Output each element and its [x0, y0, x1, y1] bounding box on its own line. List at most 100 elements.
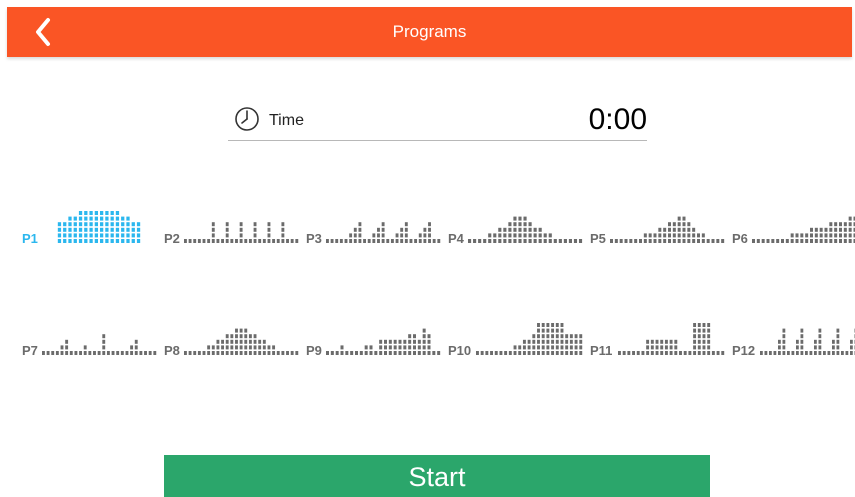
profile-segment: [522, 351, 526, 355]
profile-segment: [126, 222, 130, 227]
profile-segment: [682, 239, 686, 243]
profile-segment: [810, 239, 813, 243]
profile-segment: [353, 233, 357, 238]
profile-segment: [216, 239, 220, 243]
profile-segment: [555, 345, 559, 350]
profile-segment: [423, 227, 427, 232]
profile-segment: [555, 328, 559, 333]
program-p4[interactable]: P4: [448, 185, 588, 245]
profile-segment: [664, 351, 668, 355]
program-p5[interactable]: P5: [590, 185, 730, 245]
profile-segment: [358, 222, 362, 227]
profile-segment: [432, 351, 436, 355]
program-p10[interactable]: P10: [448, 297, 588, 357]
program-label: P3: [306, 231, 322, 245]
program-p9[interactable]: P9: [306, 297, 446, 357]
start-button[interactable]: Start: [164, 455, 710, 497]
profile-segment: [513, 233, 517, 238]
profile-segment: [286, 239, 289, 243]
profile-segment: [646, 339, 650, 344]
program-p11[interactable]: P11: [590, 297, 730, 357]
profile-segment: [672, 222, 676, 227]
profile-segment: [126, 216, 130, 221]
profile-segment: [267, 233, 271, 238]
profile-segment: [437, 351, 441, 355]
profile-segment: [225, 334, 229, 339]
profile-segment: [408, 345, 412, 350]
program-p7[interactable]: P7: [22, 297, 162, 357]
profile-segment: [244, 334, 248, 339]
profile-segment: [523, 222, 527, 227]
program-p1[interactable]: P1: [22, 185, 162, 245]
profile-segment: [493, 239, 497, 243]
profile-segment: [68, 239, 72, 243]
profile-segment: [568, 239, 572, 243]
profile-segment: [89, 227, 93, 232]
profile-segment: [221, 239, 224, 243]
profile-segment: [400, 239, 404, 243]
profile-segment: [850, 339, 853, 344]
profile-segment: [569, 345, 573, 350]
profile-segment: [829, 227, 833, 232]
profile-segment: [253, 239, 257, 243]
profile-segment: [395, 239, 399, 243]
profile-segment: [115, 227, 120, 232]
profile-segment: [121, 239, 125, 243]
profile-segment: [829, 222, 833, 227]
profile-segment: [672, 233, 676, 238]
profile-segment: [239, 227, 243, 232]
profile-segment: [818, 328, 822, 333]
profile-segment: [253, 222, 257, 227]
profile-segment: [836, 339, 840, 344]
profile-segment: [197, 351, 201, 355]
profile-segment: [480, 351, 484, 355]
profile-segment: [648, 239, 652, 243]
program-profile-chart: P7: [22, 334, 157, 357]
profile-segment: [643, 233, 647, 238]
profile-segment: [468, 239, 472, 243]
profile-segment: [403, 351, 407, 355]
profile-segment: [276, 239, 280, 243]
program-p8[interactable]: P8: [164, 297, 304, 357]
profile-segment: [110, 216, 114, 221]
profile-segment: [669, 345, 673, 350]
profile-segment: [498, 239, 502, 243]
profile-segment: [110, 233, 114, 238]
profile-segment: [824, 239, 828, 243]
profile-segment: [239, 334, 243, 339]
program-p12[interactable]: P12: [732, 297, 855, 357]
profile-segment: [377, 233, 380, 238]
profile-segment: [541, 351, 545, 355]
program-profile-chart: P3: [306, 222, 441, 245]
profile-segment: [73, 239, 77, 243]
program-profile-chart: P10: [448, 323, 583, 357]
program-p3[interactable]: P3: [306, 185, 446, 245]
program-profile-chart: P11: [590, 323, 725, 357]
profile-segment: [677, 222, 681, 227]
program-p6[interactable]: P6: [732, 185, 855, 245]
profile-segment: [83, 351, 87, 355]
profile-segment: [126, 233, 130, 238]
profile-segment: [136, 227, 141, 232]
profile-segment: [697, 334, 701, 339]
profile-segment: [295, 351, 299, 355]
profile-segment: [353, 239, 357, 243]
profile-segment: [814, 339, 817, 344]
program-p2[interactable]: P2: [164, 185, 304, 245]
profile-segment: [785, 239, 789, 243]
profile-segment: [499, 351, 503, 355]
profile-segment: [622, 351, 626, 355]
profile-segment: [253, 351, 257, 355]
profile-segment: [546, 323, 550, 327]
profile-segment: [527, 351, 531, 355]
profile-segment: [848, 239, 852, 243]
profile-segment: [207, 345, 211, 350]
profile-segment: [697, 351, 701, 355]
profile-segment: [836, 334, 840, 339]
profile-segment: [88, 351, 92, 355]
profile-segment: [110, 211, 114, 215]
profile-segment: [669, 339, 673, 344]
profile-segment: [527, 339, 531, 344]
profile-segment: [546, 345, 550, 350]
profile-segment: [51, 351, 55, 355]
